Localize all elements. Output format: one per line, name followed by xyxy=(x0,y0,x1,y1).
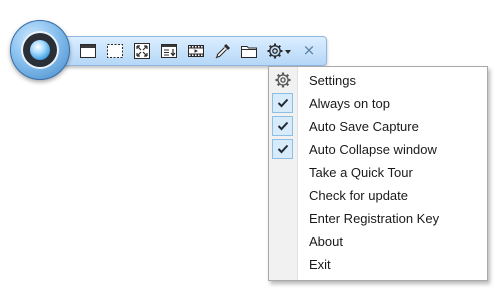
menu-item-auto-collapse-window[interactable]: Auto Collapse window xyxy=(269,138,487,161)
fullscreen-capture-button[interactable] xyxy=(132,41,152,61)
window-icon xyxy=(80,44,96,58)
checkmark-icon xyxy=(272,93,293,113)
checkmark-icon xyxy=(272,116,293,136)
film-icon xyxy=(188,45,204,57)
menu-item-about[interactable]: About xyxy=(269,230,487,253)
menu-item-label: Check for update xyxy=(309,188,409,203)
scrolling-capture-button[interactable] xyxy=(159,41,179,61)
gear-dropdown-icon xyxy=(267,43,291,59)
settings-menu: Settings Always on top Auto Save Capture… xyxy=(268,66,488,281)
lens-icon xyxy=(23,33,57,67)
capture-tool-window: × Settings Always on top Auto Save Captu… xyxy=(0,0,500,294)
color-picker-button[interactable] xyxy=(213,41,233,61)
settings-dropdown-button[interactable] xyxy=(266,41,294,61)
gear-icon xyxy=(274,71,292,89)
menu-item-always-on-top[interactable]: Always on top xyxy=(269,92,487,115)
menu-item-registration-key[interactable]: Enter Registration Key xyxy=(269,207,487,230)
menu-item-label: Enter Registration Key xyxy=(309,211,440,226)
capture-orb-button[interactable] xyxy=(10,20,70,80)
scroll-window-icon xyxy=(161,44,177,58)
menu-item-quick-tour[interactable]: Take a Quick Tour xyxy=(269,161,487,184)
menu-item-label: Auto Save Capture xyxy=(309,119,419,134)
window-capture-button[interactable] xyxy=(78,41,98,61)
menu-item-label: Auto Collapse window xyxy=(309,142,437,157)
eyedropper-icon xyxy=(215,44,230,59)
video-capture-button[interactable] xyxy=(186,41,206,61)
capture-toolbar: × xyxy=(56,36,327,66)
close-toolbar-button[interactable]: × xyxy=(301,40,317,60)
menu-item-label: About xyxy=(309,234,343,249)
region-capture-button[interactable] xyxy=(105,41,125,61)
folder-icon xyxy=(241,46,257,58)
menu-item-exit[interactable]: Exit xyxy=(269,253,487,276)
dashed-rectangle-icon xyxy=(107,44,123,58)
menu-item-label: Settings xyxy=(309,73,356,88)
checkmark-icon xyxy=(272,139,293,159)
menu-item-label: Exit xyxy=(309,257,331,272)
menu-item-check-update[interactable]: Check for update xyxy=(269,184,487,207)
menu-item-label: Take a Quick Tour xyxy=(309,165,413,180)
open-folder-button[interactable] xyxy=(239,41,259,61)
menu-item-label: Always on top xyxy=(309,96,390,111)
menu-item-auto-save-capture[interactable]: Auto Save Capture xyxy=(269,115,487,138)
menu-item-settings[interactable]: Settings xyxy=(269,69,487,92)
fullscreen-icon xyxy=(134,43,150,59)
